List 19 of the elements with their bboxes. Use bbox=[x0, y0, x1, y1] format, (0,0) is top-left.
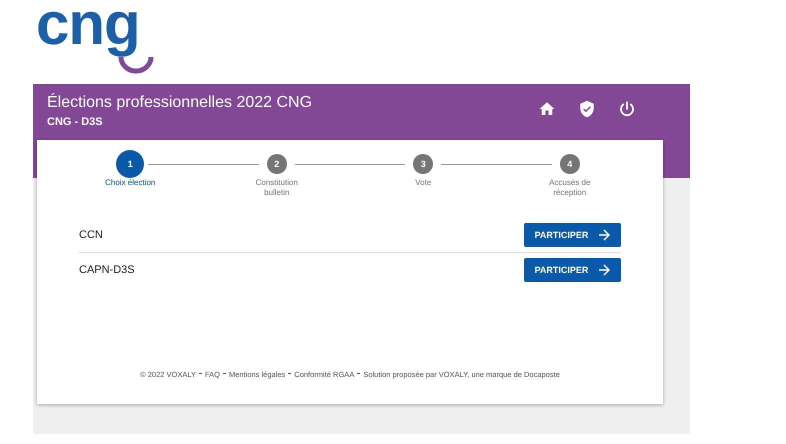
election-name: CCN bbox=[79, 229, 103, 241]
election-name: CAPN-D3S bbox=[79, 264, 135, 276]
page-subtitle: CNG - D3S bbox=[47, 116, 104, 128]
step-number: 3 bbox=[413, 154, 434, 174]
participate-button[interactable]: PARTICIPER bbox=[524, 258, 621, 282]
step-label: Constitution bulletin bbox=[254, 178, 299, 198]
step-label: Vote bbox=[414, 178, 432, 188]
home-icon[interactable] bbox=[538, 100, 556, 118]
arrow-right-icon bbox=[598, 229, 610, 241]
power-icon[interactable] bbox=[618, 100, 636, 118]
step-number: 1 bbox=[116, 150, 144, 178]
step-number: 2 bbox=[266, 154, 287, 174]
shield-check-icon[interactable] bbox=[578, 100, 596, 118]
step-label: Choix élection bbox=[104, 178, 156, 188]
step-label: Accusés de réception bbox=[548, 178, 592, 198]
arrow-right-icon bbox=[598, 264, 610, 276]
participate-button[interactable]: PARTICIPER bbox=[524, 223, 621, 247]
page-title: Élections professionnelles 2022 CNG bbox=[47, 94, 312, 112]
step-number: 4 bbox=[560, 154, 580, 174]
